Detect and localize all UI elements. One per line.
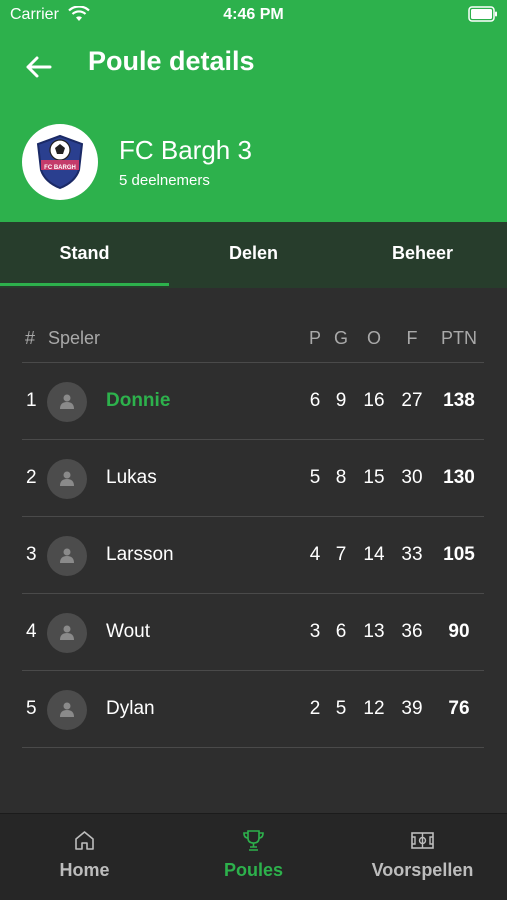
row-ptn: 138	[443, 390, 475, 411]
nav-home-label: Home	[59, 860, 110, 880]
row-f: 39	[401, 698, 423, 719]
row-o: 13	[363, 621, 385, 642]
user-icon	[60, 394, 74, 409]
tab-delen[interactable]: Delen	[169, 222, 338, 288]
table-row[interactable]: 4 Wout 3 6 13 36 90	[0, 594, 507, 671]
tab-beheer[interactable]: Beheer	[338, 222, 507, 288]
avatar	[47, 690, 87, 730]
row-rank: 5	[26, 698, 37, 719]
table-row[interactable]: 5 Dylan 2 5 12 39 76	[0, 671, 507, 748]
row-g: 7	[335, 544, 347, 565]
row-f: 30	[401, 467, 423, 488]
row-name: Dylan	[106, 698, 155, 719]
nav-poules-label: Poules	[223, 860, 284, 880]
header-ptn: PTN	[441, 328, 477, 348]
avatar	[47, 536, 87, 576]
row-rank: 4	[26, 621, 37, 642]
nav-voorspellen-label: Voorspellen	[371, 860, 474, 880]
active-tab-indicator	[0, 283, 169, 286]
avatar	[47, 459, 87, 499]
row-g: 9	[335, 390, 347, 411]
shield-icon	[36, 134, 84, 190]
row-ptn: 90	[448, 621, 470, 642]
header-rank: #	[25, 328, 36, 348]
row-o: 16	[363, 390, 385, 411]
status-bar: Carrier 4:46 PM	[0, 0, 507, 30]
nav-home[interactable]: Home	[0, 814, 169, 900]
row-name: Donnie	[106, 390, 171, 411]
club-logo: FC BARGH	[22, 124, 98, 200]
row-name: Larsson	[106, 544, 174, 565]
tab-stand[interactable]: Stand	[0, 222, 169, 288]
participant-count: 5 deelnemers	[119, 172, 210, 189]
table-row[interactable]: 2 Lukas 5 8 15 30 130	[0, 440, 507, 517]
header: Carrier 4:46 PM Poule details FC BARGH F…	[0, 0, 507, 222]
row-rank: 1	[26, 390, 37, 411]
home-icon	[75, 831, 94, 850]
logo-text: FC BARGH	[44, 165, 76, 171]
nav-poules[interactable]: Poules	[169, 814, 338, 900]
row-rank: 3	[26, 544, 37, 565]
avatar	[47, 613, 87, 653]
table-row[interactable]: 3 Larsson 4 7 14 33 105	[0, 517, 507, 594]
user-icon	[60, 471, 74, 486]
row-ptn: 105	[443, 544, 475, 565]
row-g: 8	[335, 467, 347, 488]
group-name: FC Bargh 3	[119, 135, 252, 165]
user-icon	[60, 702, 74, 717]
row-rank: 2	[26, 467, 37, 488]
row-o: 15	[363, 467, 385, 488]
arrow-left-icon	[26, 56, 52, 78]
row-o: 14	[363, 544, 385, 565]
row-f: 27	[401, 390, 423, 411]
header-g: G	[333, 328, 348, 348]
bottom-nav: Home Poules Voorspellen	[0, 813, 507, 900]
divider	[22, 747, 484, 748]
battery-icon	[468, 6, 497, 22]
row-g: 5	[335, 698, 347, 719]
avatar	[47, 382, 87, 422]
row-name: Lukas	[106, 467, 157, 488]
user-icon	[60, 625, 74, 640]
page-title: Poule details	[88, 46, 255, 76]
row-o: 12	[363, 698, 385, 719]
row-f: 36	[401, 621, 423, 642]
row-ptn: 130	[443, 467, 475, 488]
table-row[interactable]: 1 Donnie 6 9 16 27 138	[0, 363, 507, 440]
header-f: F	[406, 328, 418, 348]
status-time: 4:46 PM	[223, 6, 284, 23]
back-button[interactable]	[22, 50, 56, 84]
row-ptn: 76	[448, 698, 470, 719]
nav-voorspellen[interactable]: Voorspellen	[338, 814, 507, 900]
tab-bar: Stand Delen Beheer	[0, 222, 507, 288]
row-name: Wout	[106, 621, 151, 642]
row-f: 33	[401, 544, 423, 565]
header-o: O	[366, 328, 381, 348]
trophy-icon	[243, 830, 264, 851]
soccer-field-icon	[411, 832, 434, 849]
user-icon	[60, 548, 74, 563]
header-player: Speler	[48, 328, 101, 348]
row-g: 6	[335, 621, 347, 642]
